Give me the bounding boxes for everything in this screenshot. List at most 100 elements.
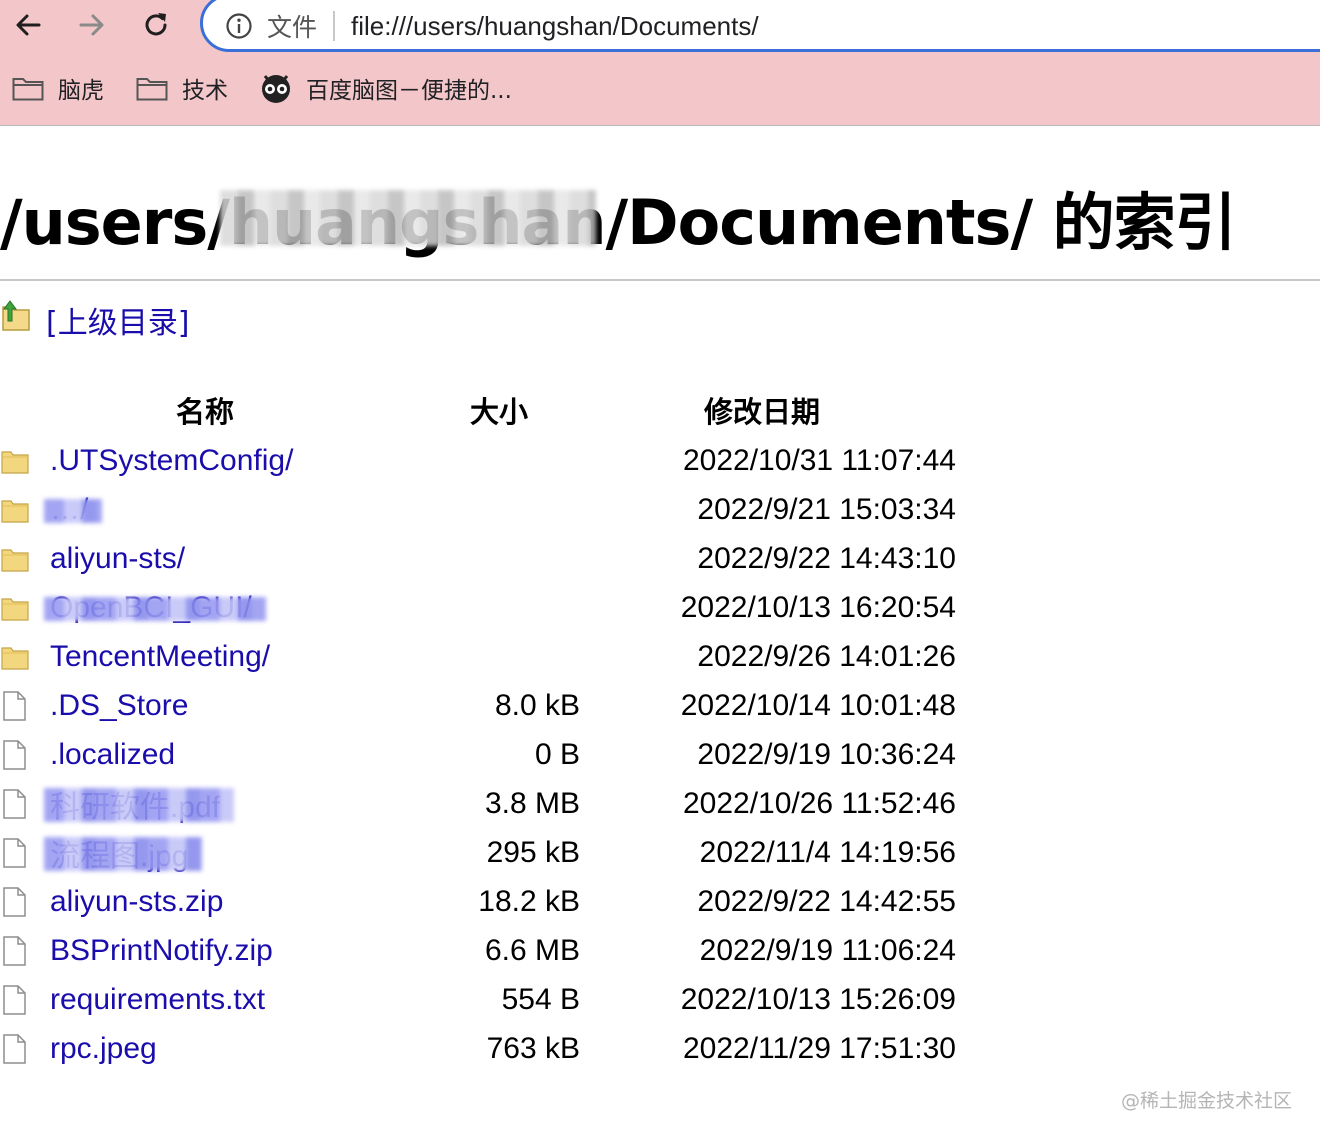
- folder-icon: [0, 495, 50, 525]
- table-row: requirements.txt 554 B 2022/10/13 15:26:09: [0, 975, 956, 1024]
- directory-listing: 名称 大小 修改日期 .UTSystemConfig/2022/10/31 11…: [0, 384, 956, 1073]
- file-icon: [0, 739, 50, 771]
- bookmark-baidu-naotu[interactable]: 百度脑图－便捷的...: [248, 64, 524, 112]
- folder-link[interactable]: .UTSystemConfig/: [50, 444, 293, 478]
- date-cell: 2022/11/4 14:19:56: [699, 835, 956, 869]
- bookmark-folder-naohu[interactable]: 脑虎: [0, 64, 116, 112]
- date-cell: 2022/11/29 17:51:30: [682, 1031, 956, 1065]
- table-row: rpc.jpeg 763 kB 2022/11/29 17:51:30: [0, 1024, 956, 1073]
- arrow-right-icon: [79, 14, 104, 36]
- arrow-left-icon: [16, 14, 41, 36]
- file-icon: [0, 837, 50, 869]
- bookmark-label: 脑虎: [58, 78, 104, 104]
- date-cell: 2022/10/26 11:52:46: [682, 786, 956, 820]
- up-folder-icon: [0, 299, 32, 341]
- date-cell: 2022/9/19 10:36:24: [697, 737, 956, 771]
- folder-link[interactable]: TencentMeeting/: [50, 640, 270, 674]
- column-header-date[interactable]: 修改日期: [580, 384, 956, 436]
- file-link[interactable]: .DS_Store: [50, 689, 188, 723]
- table-row: 科研软件.pdf 3.8 MB 2022/10/26 11:52:46: [0, 779, 956, 828]
- name-cell: …/: [0, 485, 410, 534]
- table-row: aliyun-sts.zip 18.2 kB 2022/9/22 14:42:55: [0, 877, 956, 926]
- size-cell: 3.8 MB: [484, 786, 580, 820]
- omnibox-divider: [333, 11, 336, 41]
- name-cell: BSPrintNotify.zip: [0, 926, 410, 975]
- name-cell: .localized: [0, 730, 410, 779]
- size-cell: 554 B: [501, 982, 580, 1016]
- name-cell: 科研软件.pdf: [0, 779, 410, 828]
- bookmark-folder-tech[interactable]: 技术: [124, 64, 240, 112]
- name-cell: 流程图.jpg: [0, 828, 410, 877]
- name-cell: requirements.txt: [0, 975, 410, 1024]
- size-cell: [410, 583, 580, 632]
- name-cell: rpc.jpeg: [0, 1024, 410, 1073]
- size-cell: [410, 485, 580, 534]
- folder-icon: [0, 544, 50, 574]
- file-link[interactable]: aliyun-sts.zip: [50, 885, 223, 919]
- bookmark-label: 技术: [182, 78, 228, 104]
- reload-button[interactable]: [128, 0, 184, 50]
- table-row: .localized 0 B 2022/9/19 10:36:24: [0, 730, 956, 779]
- file-link[interactable]: .localized: [50, 738, 175, 772]
- back-button[interactable]: [0, 0, 56, 50]
- file-icon: [0, 886, 50, 918]
- info-icon[interactable]: [225, 12, 253, 40]
- folder-icon: [0, 446, 50, 476]
- reload-icon: [145, 13, 167, 36]
- size-cell: [410, 436, 580, 485]
- table-row: .DS_Store 8.0 kB 2022/10/14 10:01:48: [0, 681, 956, 730]
- table-row: …/ 2022/9/21 15:03:34: [0, 485, 956, 534]
- page-title: /users/huangshan/Documents/ 的索引: [0, 186, 1237, 259]
- name-cell: aliyun-sts/: [0, 534, 410, 583]
- bookmark-label: 百度脑图－便捷的...: [306, 78, 512, 104]
- date-cell: 2022/9/22 14:43:10: [697, 541, 956, 575]
- name-cell: OpenBCI_GUI/: [0, 583, 410, 632]
- file-icon: [0, 690, 50, 722]
- title-divider: [0, 279, 1320, 281]
- file-link[interactable]: requirements.txt: [50, 983, 265, 1017]
- size-cell: 8.0 kB: [494, 688, 580, 722]
- table-row: 流程图.jpg 295 kB 2022/11/4 14:19:56: [0, 828, 956, 877]
- folder-icon: [0, 642, 50, 672]
- name-cell: .UTSystemConfig/: [0, 436, 410, 485]
- size-cell: 0 B: [534, 737, 580, 771]
- date-cell: 2022/9/21 15:03:34: [697, 492, 956, 526]
- parent-directory-link[interactable]: [上级目录]: [0, 298, 189, 342]
- table-row: OpenBCI_GUI/2022/10/13 16:20:54: [0, 583, 956, 632]
- browser-toolbar: 文件 file:///users/huangshan/Documents/ 脑虎…: [0, 0, 1320, 126]
- table-row: TencentMeeting/2022/9/26 14:01:26: [0, 632, 956, 681]
- size-cell: 18.2 kB: [478, 884, 580, 918]
- size-cell: 6.6 MB: [484, 933, 580, 967]
- file-link[interactable]: rpc.jpeg: [50, 1032, 157, 1066]
- url-text[interactable]: file:///users/huangshan/Documents/: [351, 11, 759, 42]
- bookmarks-bar: 脑虎 技术 百度脑图－便捷的...: [0, 64, 1320, 112]
- folder-link[interactable]: …/: [50, 493, 88, 527]
- owl-icon: [260, 73, 292, 103]
- file-icon: [0, 984, 50, 1016]
- file-icon: [0, 1033, 50, 1065]
- table-row: aliyun-sts/2022/9/22 14:43:10: [0, 534, 956, 583]
- folder-link[interactable]: aliyun-sts/: [50, 542, 185, 576]
- file-icon: [0, 935, 50, 967]
- size-cell: [410, 632, 580, 681]
- address-bar[interactable]: 文件 file:///users/huangshan/Documents/: [200, 0, 1320, 52]
- column-header-name[interactable]: 名称: [0, 384, 410, 436]
- date-cell: 2022/10/14 10:01:48: [680, 688, 956, 722]
- forward-button[interactable]: [64, 0, 120, 50]
- folder-icon: [0, 593, 50, 623]
- column-header-size[interactable]: 大小: [410, 384, 580, 436]
- date-cell: 2022/9/22 14:42:55: [697, 884, 956, 918]
- file-link[interactable]: 流程图.jpg: [50, 831, 188, 875]
- file-link[interactable]: BSPrintNotify.zip: [50, 934, 273, 968]
- name-cell: TencentMeeting/: [0, 632, 410, 681]
- folder-icon: [12, 75, 44, 101]
- size-cell: [410, 534, 580, 583]
- file-link[interactable]: 科研软件.pdf: [50, 782, 220, 826]
- listing-header-row: 名称 大小 修改日期: [0, 384, 956, 436]
- redaction-blur: [220, 190, 596, 246]
- folder-icon: [136, 75, 168, 101]
- file-icon: [0, 788, 50, 820]
- page-info-chip[interactable]: 文件: [267, 8, 317, 44]
- name-cell: .DS_Store: [0, 681, 410, 730]
- folder-link[interactable]: OpenBCI_GUI/: [50, 591, 252, 625]
